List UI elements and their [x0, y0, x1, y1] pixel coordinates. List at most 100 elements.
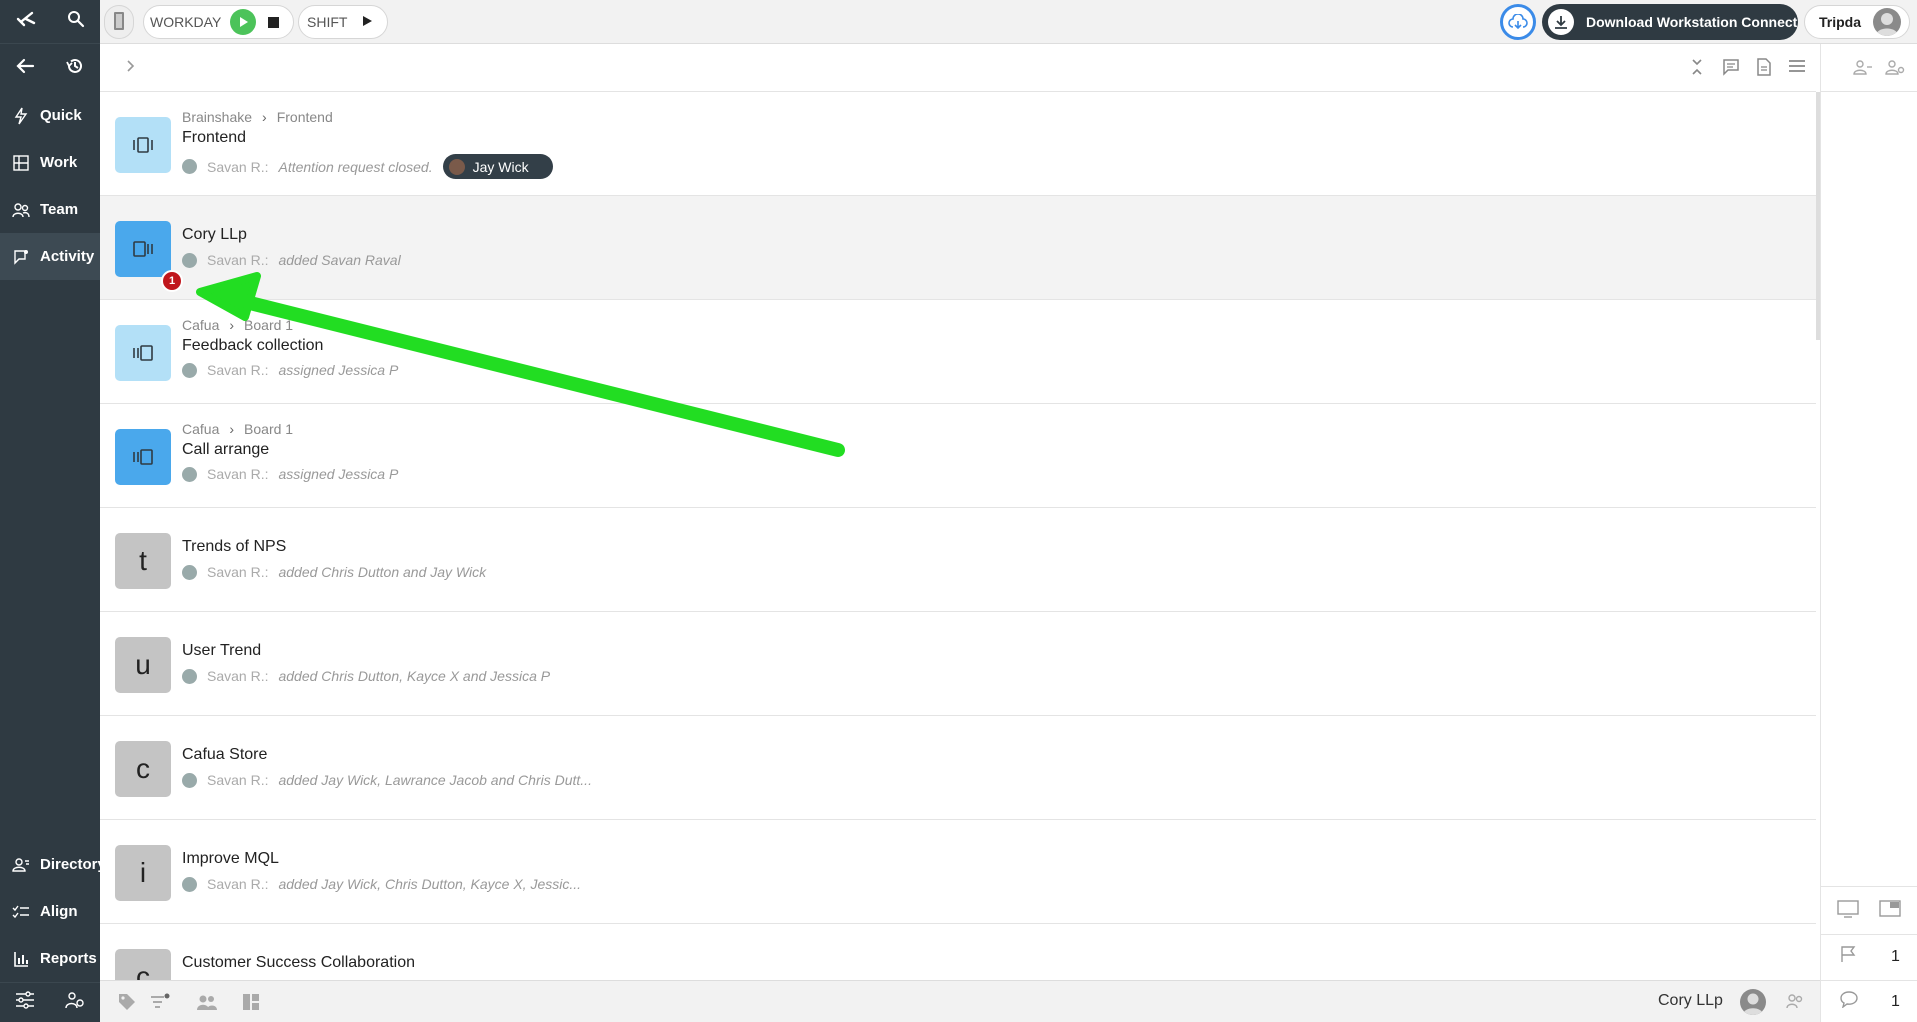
- door-button[interactable]: [104, 5, 134, 39]
- breadcrumb-item[interactable]: Cafua: [182, 317, 219, 333]
- activity-text: added Chris Dutton, Kayce X and Jessica …: [278, 668, 551, 684]
- activity-title[interactable]: Cafua Store: [182, 746, 267, 764]
- avatar: [182, 252, 197, 268]
- workspace-avatar[interactable]: t: [115, 533, 171, 589]
- cloud-download-icon: [1508, 14, 1528, 30]
- breadcrumb-item[interactable]: Board 1: [244, 421, 293, 437]
- workspace-avatar[interactable]: c: [115, 741, 171, 797]
- download-workstation-button[interactable]: Download Workstation Connect: [1542, 4, 1798, 40]
- breadcrumb-item[interactable]: Brainshake: [182, 109, 252, 125]
- sidebar-item-activity[interactable]: Activity: [0, 233, 100, 280]
- avatar-letter: i: [139, 857, 147, 888]
- activity-row[interactable]: c Cafua Store Savan R.: added Jay Wick, Law…: [100, 716, 1816, 820]
- feed-toolbar: [100, 44, 1816, 92]
- chevron-right-icon[interactable]: [126, 59, 136, 78]
- activity-author: Savan R.:: [207, 564, 269, 580]
- avatar-letter: t: [139, 545, 147, 576]
- breadcrumb-item[interactable]: Board 1: [244, 317, 293, 333]
- sidebar-item-label: Reports: [40, 950, 97, 967]
- history-icon[interactable]: [65, 56, 85, 81]
- door-icon: [112, 11, 126, 34]
- user-menu[interactable]: Tripda: [1804, 5, 1910, 39]
- workspace-avatar[interactable]: i: [115, 845, 171, 901]
- people-settings-icon[interactable]: [1885, 59, 1905, 80]
- user-chip[interactable]: Jay Wick: [442, 154, 553, 179]
- activity-row[interactable]: Cafua › Board 1 Call arrange Savan R.: assign…: [100, 404, 1816, 508]
- shift-play-button[interactable]: [361, 14, 373, 30]
- activity-row[interactable]: Cafua › Board 1 Feedback collection Savan R.…: [100, 300, 1816, 404]
- back-arrow-icon[interactable]: [15, 57, 35, 80]
- tag-icon[interactable]: [118, 993, 136, 1016]
- sidebar-item-work[interactable]: Work: [0, 139, 100, 186]
- stop-icon: [267, 16, 279, 28]
- workspace-avatar[interactable]: u: [115, 637, 171, 693]
- sidebar-item-directory[interactable]: Directory: [0, 841, 106, 888]
- breadcrumb: Brainshake › Frontend: [182, 109, 333, 125]
- breadcrumb-item[interactable]: Frontend: [277, 109, 333, 125]
- activity-author: Savan R.:: [207, 466, 269, 482]
- sidebar-item-reports[interactable]: Reports: [0, 935, 100, 982]
- activity-row[interactable]: i Improve MQL Savan R.: added Jay Wick, Chr…: [100, 820, 1816, 924]
- chevron-right-icon: ›: [229, 421, 235, 437]
- activity-meta: Savan R.: added Chris Dutton and Jay Wick: [182, 564, 486, 580]
- breadcrumb: Cafua › Board 1: [182, 421, 293, 437]
- activity-meta: Savan R.: assigned Jessica P: [182, 466, 398, 482]
- people-icon[interactable]: [1853, 59, 1873, 80]
- activity-title[interactable]: Frontend: [182, 129, 246, 147]
- activity-text: added Jay Wick, Lawrance Jacob and Chris…: [278, 772, 592, 788]
- workspace-avatar[interactable]: [115, 325, 171, 381]
- people-icon[interactable]: [1786, 993, 1804, 1014]
- document-icon[interactable]: [1756, 58, 1772, 81]
- filter-icon[interactable]: [150, 993, 170, 1016]
- directory-icon: [12, 856, 30, 874]
- sliders-icon[interactable]: [15, 991, 35, 1014]
- activity-row[interactable]: t Trends of NPS Savan R.: added Chris Dutto…: [100, 508, 1816, 612]
- avatar: [182, 564, 197, 580]
- workday-play-button[interactable]: [230, 9, 257, 35]
- sidebar-item-align[interactable]: Align: [0, 888, 100, 935]
- cloud-sync-button[interactable]: [1500, 4, 1536, 40]
- comment-icon[interactable]: [1722, 58, 1740, 81]
- activity-title[interactable]: Feedback collection: [182, 337, 323, 355]
- activity-row[interactable]: Brainshake › Frontend Frontend Savan R.: Atte…: [100, 92, 1816, 196]
- activity-row[interactable]: cCustomer Success CollaborationSavan R.:…: [100, 924, 1816, 980]
- user-settings-icon[interactable]: [65, 991, 85, 1014]
- workspace-avatar[interactable]: [115, 117, 171, 173]
- activity-title[interactable]: User Trend: [182, 642, 261, 660]
- activity-title[interactable]: Call arrange: [182, 441, 269, 459]
- workspace-avatar[interactable]: [115, 429, 171, 485]
- sidebar-item-team[interactable]: Team: [0, 186, 100, 233]
- flag-counter[interactable]: 1: [1821, 934, 1917, 978]
- activity-row[interactable]: 1 Cory LLp Savan R.: added Savan Raval: [100, 196, 1816, 300]
- activity-title[interactable]: Trends of NPS: [182, 538, 286, 556]
- activity-text: added Chris Dutton and Jay Wick: [278, 564, 487, 580]
- layout-icon[interactable]: [242, 993, 260, 1016]
- sidebar: Quick Work Team Activity Directory Align…: [0, 0, 106, 1022]
- activity-list: Brainshake › Frontend Frontend Savan R.: Atte…: [100, 92, 1816, 980]
- sidebar-tools: [0, 982, 100, 1022]
- search-icon[interactable]: [67, 10, 85, 33]
- workspace-avatar[interactable]: c: [115, 949, 171, 980]
- logo-icon[interactable]: [16, 11, 36, 32]
- activity-title[interactable]: Improve MQL: [182, 850, 279, 868]
- activity-row[interactable]: u User Trend Savan R.: added Chris Dutton, …: [100, 612, 1816, 716]
- sidebar-nav-row: [0, 44, 100, 92]
- avatar: [182, 772, 197, 788]
- workday-stop-button[interactable]: [260, 9, 286, 35]
- sidebar-item-quick[interactable]: Quick: [0, 92, 100, 139]
- monitor-icon[interactable]: [1837, 900, 1859, 923]
- activity-meta: Savan R.: Attention request closed. Jay Wi…: [182, 154, 553, 179]
- people-icon[interactable]: [196, 993, 218, 1016]
- sidebar-bottom: Directory Align Reports: [0, 841, 106, 1022]
- workspace-avatar[interactable]: [115, 221, 171, 277]
- screen-controls: [1821, 886, 1917, 930]
- avatar-letter: c: [136, 961, 150, 980]
- collapse-icon[interactable]: [1690, 58, 1704, 81]
- picture-in-picture-icon[interactable]: [1879, 900, 1901, 923]
- workspace-icon: [132, 233, 154, 265]
- chat-counter[interactable]: 1: [1821, 980, 1917, 1022]
- activity-title[interactable]: Cory LLp: [182, 226, 247, 244]
- activity-title[interactable]: Customer Success Collaboration: [182, 954, 415, 972]
- breadcrumb-item[interactable]: Cafua: [182, 421, 219, 437]
- menu-icon[interactable]: [1788, 59, 1806, 78]
